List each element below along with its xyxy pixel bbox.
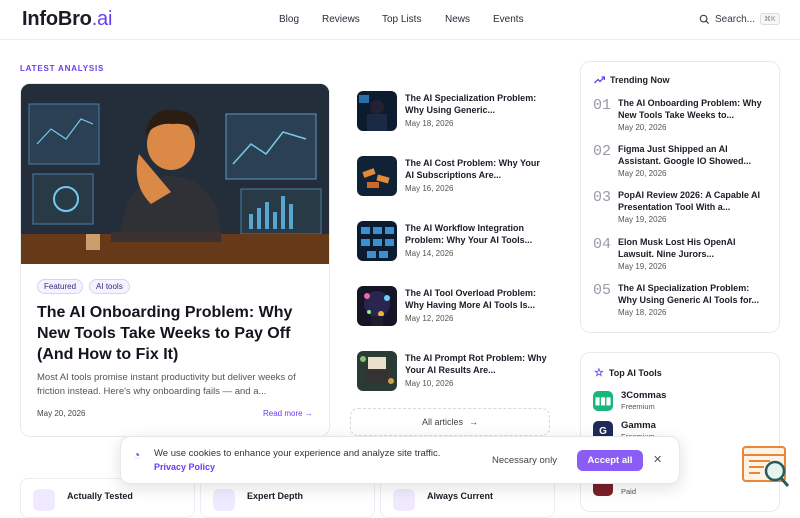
article-date: May 18, 2026 [405, 119, 454, 128]
trending-card: Trending Now 01 The AI Onboarding Problem… [580, 61, 780, 333]
article-title: The AI Workflow Integration Problem: Why… [405, 223, 533, 245]
feature-card: Expert Depth [200, 478, 375, 518]
trending-rank: 04 [593, 236, 612, 253]
article-thumbnail [357, 286, 397, 326]
trending-title: The AI Specialization Problem: Why Using… [618, 283, 760, 305]
nav-news[interactable]: News [445, 14, 470, 25]
article-title: The AI Specialization Problem: Why Using… [405, 93, 537, 115]
trending-item[interactable]: 01 The AI Onboarding Problem: Why New Too… [593, 97, 771, 137]
tag-featured[interactable]: Featured [37, 279, 84, 294]
feature-card: Actually Tested [20, 478, 195, 518]
all-articles-label: All articles [421, 417, 463, 427]
nav-events[interactable]: Events [493, 14, 524, 25]
nav-reviews[interactable]: Reviews [322, 14, 360, 25]
trending-rank: 03 [593, 189, 612, 206]
all-articles-button[interactable]: All articles → [350, 408, 550, 436]
search-shortcut: ⌘K [760, 13, 780, 25]
close-icon[interactable]: ✕ [653, 453, 662, 466]
nav-blog[interactable]: Blog [279, 14, 299, 25]
search-label: Search... [715, 13, 756, 25]
trending-title: PopAI Review 2026: A Capable AI Presenta… [618, 190, 761, 212]
trending-date: May 20, 2026 [618, 123, 667, 132]
document-search-icon [742, 446, 790, 487]
read-more-link[interactable]: Read more → [263, 409, 313, 418]
featured-title[interactable]: The AI Onboarding Problem: Why New Tools… [37, 302, 317, 365]
clock-icon [393, 489, 415, 511]
section-label: LATEST ANALYSIS [20, 64, 105, 73]
article-item[interactable]: The AI Specialization Problem: Why Using… [357, 91, 547, 133]
tool-item[interactable]: ▮▮▮ 3Commas Freemium [593, 389, 763, 413]
cookie-message: We use cookies to enhance your experienc… [154, 448, 441, 459]
check-icon [33, 489, 55, 511]
trending-date: May 19, 2026 [618, 215, 667, 224]
cookie-banner: ◔ We use cookies to enhance your experie… [120, 436, 680, 484]
tool-pricing: Freemium [621, 402, 655, 411]
trending-date: May 19, 2026 [618, 262, 667, 271]
nav-top-lists[interactable]: Top Lists [382, 14, 421, 25]
article-item[interactable]: The AI Cost Problem: Why Your AI Subscri… [357, 156, 547, 198]
article-item[interactable]: The AI Tool Overload Problem: Why Having… [357, 286, 547, 328]
star-icon: ☆ [594, 367, 604, 379]
article-thumbnail [357, 91, 397, 131]
logo-suffix: .ai [91, 8, 113, 30]
trending-up-icon [594, 76, 605, 84]
arrow-right-icon: → [469, 417, 478, 427]
article-item[interactable]: The AI Prompt Rot Problem: Why Your AI R… [357, 351, 547, 393]
tool-name: 3Commas [621, 390, 667, 401]
trending-title: The AI Onboarding Problem: Why New Tools… [618, 98, 762, 120]
trending-date: May 20, 2026 [618, 169, 667, 178]
logo-text: InfoBro [22, 8, 92, 30]
accept-all-button[interactable]: Accept all [577, 450, 643, 471]
search-icon [699, 14, 710, 24]
featured-article-card[interactable]: Featured AI tools The AI Onboarding Prob… [20, 83, 330, 437]
trending-title: Elon Musk Lost His OpenAI Lawsuit. Nine … [618, 237, 736, 259]
tool-pricing: Paid [621, 487, 637, 496]
help-widget-button[interactable] [740, 444, 792, 490]
trending-item[interactable]: 03 PopAI Review 2026: A Capable AI Presen… [593, 189, 771, 229]
privacy-policy-link[interactable]: Privacy Policy [154, 462, 215, 472]
tool-logo-icon: ▮▮▮ [593, 391, 613, 411]
trending-date: May 18, 2026 [618, 308, 667, 317]
trending-item[interactable]: 02 Figma Just Shipped an AI Assistant. Go… [593, 143, 771, 183]
top-tools-heading-text: Top AI Tools [608, 367, 662, 378]
expert-icon [213, 489, 235, 511]
top-tools-heading: ☆ Top AI Tools [594, 366, 662, 379]
cookie-icon: ◔ [133, 448, 141, 462]
featured-image [21, 84, 329, 264]
article-title: The AI Prompt Rot Problem: Why Your AI R… [405, 353, 547, 375]
necessary-only-button[interactable]: Necessary only [492, 455, 557, 466]
site-logo[interactable]: InfoBro.ai [22, 8, 112, 31]
site-header: InfoBro.ai Blog Reviews Top Lists News E… [0, 0, 800, 40]
article-date: May 14, 2026 [405, 249, 454, 258]
article-item[interactable]: The AI Workflow Integration Problem: Why… [357, 221, 547, 263]
featured-date: May 20, 2026 [37, 409, 86, 418]
article-date: May 12, 2026 [405, 314, 454, 323]
trending-heading: Trending Now [594, 75, 670, 85]
feature-card: Always Current [380, 478, 555, 518]
trending-title: Figma Just Shipped an AI Assistant. Goog… [618, 144, 752, 166]
article-date: May 16, 2026 [405, 184, 454, 193]
trending-item[interactable]: 04 Elon Musk Lost His OpenAI Lawsuit. Nin… [593, 236, 771, 276]
article-thumbnail [357, 156, 397, 196]
article-thumbnail [357, 221, 397, 261]
tag-ai-tools[interactable]: AI tools [89, 279, 130, 294]
article-thumbnail [357, 351, 397, 391]
featured-description: Most AI tools promise instant productivi… [37, 372, 296, 397]
tool-name: Gamma [621, 420, 656, 431]
search-button[interactable]: Search... ⌘K [699, 13, 780, 25]
trending-rank: 01 [593, 97, 612, 114]
trending-rank: 05 [593, 282, 612, 299]
article-date: May 10, 2026 [405, 379, 454, 388]
trending-item[interactable]: 05 The AI Specialization Problem: Why Usi… [593, 282, 771, 322]
featured-tags: Featured AI tools [37, 279, 130, 294]
trending-heading-text: Trending Now [610, 75, 670, 85]
article-title: The AI Tool Overload Problem: Why Having… [405, 288, 537, 310]
article-title: The AI Cost Problem: Why Your AI Subscri… [405, 158, 540, 180]
trending-rank: 02 [593, 143, 612, 160]
